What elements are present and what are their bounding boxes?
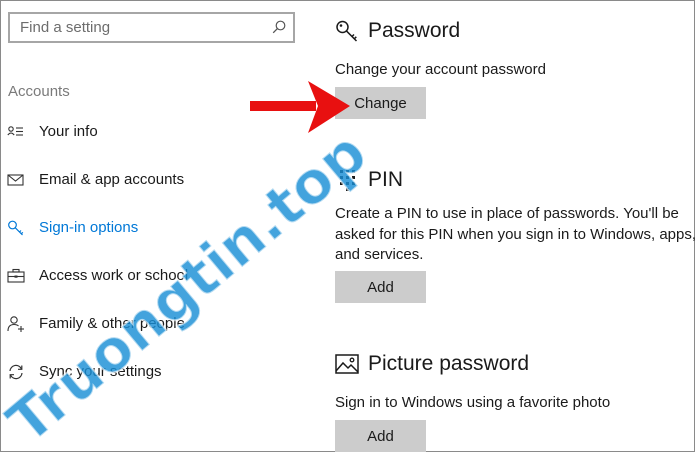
sidebar-item-label: Your info — [39, 123, 98, 140]
sidebar-item-label: Access work or school — [39, 267, 189, 284]
section-label-accounts: Accounts — [8, 83, 70, 100]
password-description: Change your account password — [335, 61, 546, 78]
sidebar-item-email-accounts[interactable]: Email & app accounts — [1, 160, 301, 200]
search-box[interactable] — [8, 12, 295, 43]
pin-description-line-3: and services. — [335, 246, 424, 263]
settings-window: Accounts Your info Email & app accounts — [0, 0, 695, 452]
search-input[interactable] — [10, 14, 260, 41]
sidebar-item-label: Family & other people — [39, 315, 185, 332]
sidebar-item-access-work[interactable]: Access work or school — [1, 256, 301, 296]
keypad-icon — [340, 170, 355, 191]
sidebar-item-sync[interactable]: Sync your settings — [1, 352, 301, 392]
key-icon — [336, 20, 358, 42]
key-icon — [8, 220, 24, 236]
envelope-icon — [7, 174, 24, 186]
picture-password-title: Picture password — [368, 352, 530, 375]
picture-password-section-header: Picture password — [335, 352, 529, 376]
annotation-arrow-icon — [250, 81, 350, 133]
pin-title: PIN — [368, 168, 404, 191]
sidebar-item-label: Sign-in options — [39, 219, 139, 236]
sidebar-item-family[interactable]: Family & other people — [1, 304, 301, 344]
pin-description-line-1: Create a PIN to use in place of password… — [335, 205, 679, 222]
add-picture-password-button[interactable]: Add — [335, 420, 426, 452]
pin-description-line-2: asked for this PIN when you sign in to W… — [335, 225, 695, 243]
pin-section-header: PIN — [335, 168, 403, 192]
password-section-header: Password — [335, 19, 460, 43]
password-title: Password — [368, 19, 461, 42]
sidebar: Accounts Your info Email & app accounts — [1, 1, 306, 452]
main-content: Password Change your account password Ch… — [335, 1, 695, 452]
picture-password-description: Sign in to Windows using a favorite phot… — [335, 394, 611, 411]
search-icon[interactable] — [272, 20, 286, 34]
sync-icon — [9, 364, 23, 380]
picture-icon — [335, 354, 359, 374]
person-card-icon — [7, 126, 23, 136]
sidebar-item-sign-in-options[interactable]: Sign-in options — [1, 208, 301, 248]
sidebar-item-label: Sync your settings — [39, 363, 162, 380]
briefcase-icon — [7, 268, 25, 283]
sidebar-item-label: Email & app accounts — [39, 171, 185, 188]
add-pin-button[interactable]: Add — [335, 271, 426, 303]
add-person-icon — [7, 316, 24, 332]
